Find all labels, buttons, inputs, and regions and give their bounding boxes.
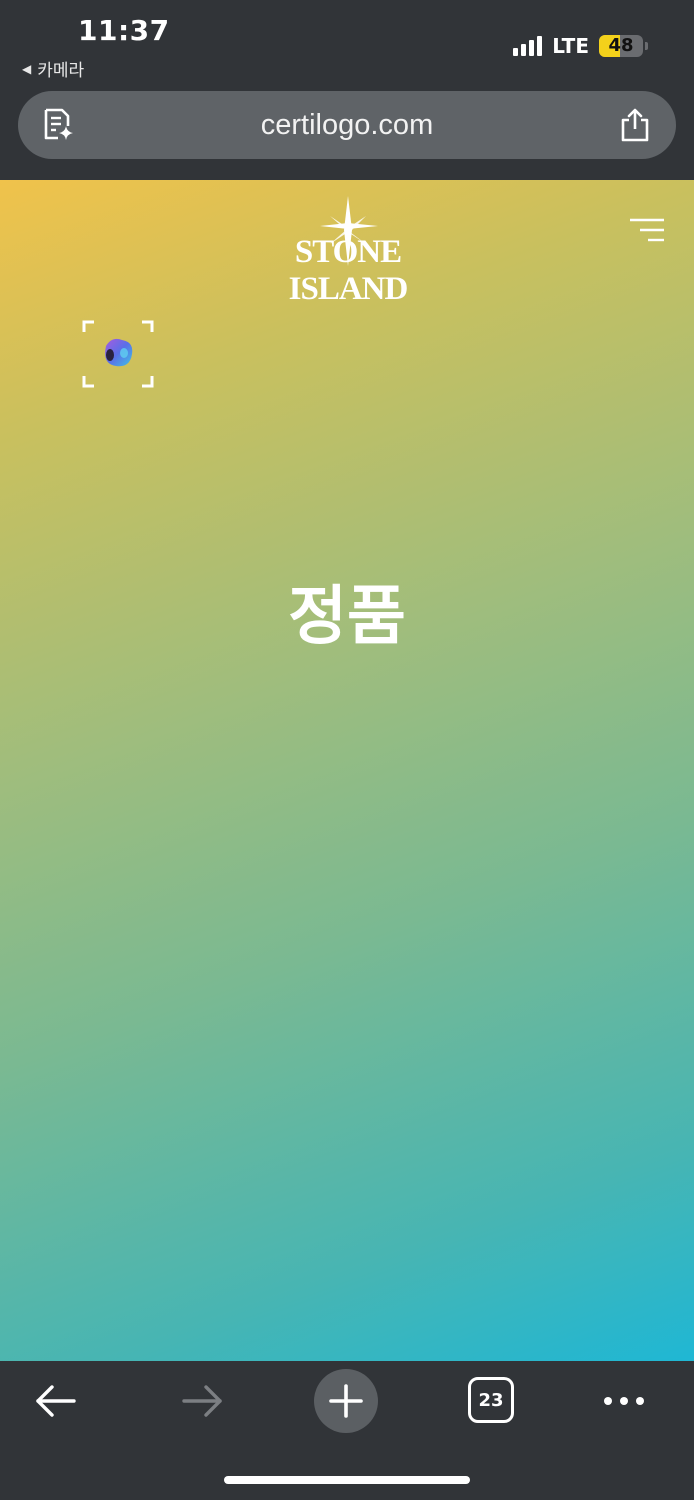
browser-toolbar: 23 bbox=[0, 1361, 694, 1500]
share-icon[interactable] bbox=[618, 107, 652, 143]
status-bar: 11:37 ◀ 카메라 LTE 48 bbox=[0, 0, 694, 88]
status-time: 11:37 bbox=[78, 14, 170, 47]
stone-island-logo[interactable]: STONE ISLAND bbox=[238, 194, 458, 307]
hamburger-menu-icon[interactable] bbox=[630, 218, 664, 242]
brand-name: STONE ISLAND bbox=[288, 234, 409, 307]
forward-button[interactable] bbox=[172, 1371, 232, 1431]
cellular-signal-icon bbox=[513, 36, 543, 56]
forward-arrow-icon bbox=[182, 1385, 222, 1417]
tab-count: 23 bbox=[478, 1389, 504, 1411]
battery-icon: 48 bbox=[599, 35, 643, 57]
network-type: LTE bbox=[552, 34, 589, 58]
more-dot-icon bbox=[604, 1397, 612, 1405]
tabs-button[interactable]: 23 bbox=[468, 1377, 514, 1423]
more-menu-button[interactable] bbox=[598, 1371, 650, 1431]
back-to-app-link[interactable]: ◀ 카메라 bbox=[22, 56, 84, 81]
address-bar[interactable]: certilogo.com bbox=[18, 91, 676, 159]
back-button[interactable] bbox=[26, 1371, 86, 1431]
battery-tip bbox=[645, 42, 648, 50]
status-indicators: LTE 48 bbox=[513, 34, 648, 58]
more-dot-icon bbox=[636, 1397, 644, 1405]
scan-frame-icon[interactable] bbox=[82, 320, 154, 390]
url-text[interactable]: certilogo.com bbox=[18, 91, 676, 159]
back-app-label: 카메라 bbox=[37, 61, 85, 81]
home-indicator[interactable] bbox=[224, 1476, 470, 1484]
authenticity-result: 정품 bbox=[288, 580, 406, 654]
back-triangle-icon: ◀ bbox=[22, 61, 32, 76]
back-arrow-icon bbox=[36, 1385, 76, 1417]
new-tab-button[interactable] bbox=[314, 1369, 378, 1433]
web-page-content: STONE ISLAND 정품 bbox=[0, 180, 694, 1361]
plus-icon bbox=[329, 1384, 363, 1418]
more-dot-icon bbox=[620, 1397, 628, 1405]
battery-percent: 48 bbox=[608, 35, 634, 56]
